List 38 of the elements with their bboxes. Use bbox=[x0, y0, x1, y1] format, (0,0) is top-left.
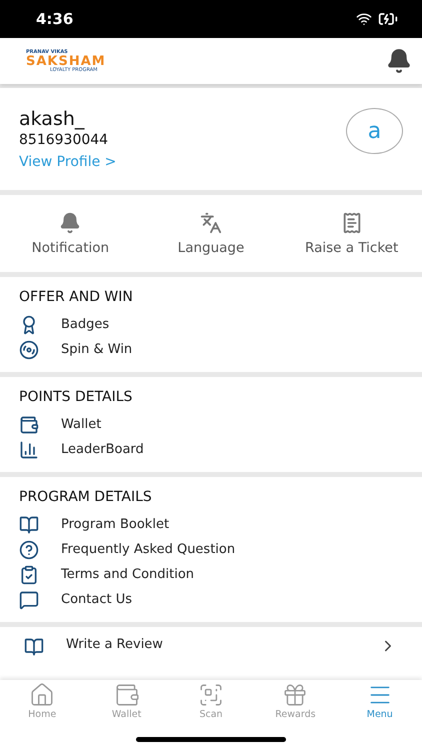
wallet-icon bbox=[114, 682, 140, 708]
question-icon bbox=[19, 540, 39, 560]
section-title: OFFER AND WIN bbox=[19, 289, 134, 305]
review-label: Write a Review bbox=[66, 637, 164, 652]
notification-icon[interactable] bbox=[386, 48, 412, 74]
book-icon bbox=[24, 637, 44, 657]
quick-action-button[interactable]: Language bbox=[140, 212, 282, 256]
wifi-icon bbox=[356, 11, 372, 27]
leaderboard-icon bbox=[19, 440, 39, 460]
gift-icon bbox=[282, 682, 308, 708]
list-item[interactable]: Wallet bbox=[19, 412, 403, 437]
review-row[interactable]: Write a Review bbox=[0, 627, 422, 680]
language-icon bbox=[200, 212, 222, 234]
user-name: akash_ bbox=[19, 108, 86, 130]
spin-wheel-icon bbox=[19, 340, 39, 360]
list-item[interactable]: Program Booklet bbox=[19, 512, 403, 537]
home-icon bbox=[29, 682, 56, 708]
wallet-icon bbox=[19, 414, 39, 434]
chat-icon bbox=[19, 590, 39, 610]
book-icon bbox=[19, 514, 39, 534]
logo-name: SAKSHAM bbox=[26, 54, 106, 68]
quick-action-button[interactable]: Notification bbox=[0, 212, 141, 256]
bell-icon bbox=[59, 212, 82, 234]
phone-number: 8516930044 bbox=[19, 132, 110, 148]
list-item[interactable]: Spin & Win bbox=[19, 337, 403, 362]
list-item[interactable]: Contact Us bbox=[19, 587, 403, 612]
list-item[interactable]: Terms and Condition bbox=[19, 562, 403, 587]
tab-bar-item[interactable]: Menu bbox=[338, 680, 422, 750]
list-item[interactable]: Frequently Asked Question bbox=[19, 537, 403, 562]
quick-action-button[interactable]: Raise a Ticket bbox=[281, 212, 422, 256]
section-title: PROGRAM DETAILS bbox=[19, 489, 153, 505]
list-item[interactable]: Badges bbox=[19, 312, 403, 337]
ticket-icon bbox=[340, 212, 363, 234]
clipboard-icon bbox=[19, 564, 39, 584]
status-time: 4:36 bbox=[36, 10, 74, 28]
section-title: POINTS DETAILS bbox=[19, 389, 134, 405]
qr-scan-icon bbox=[198, 682, 224, 708]
list-item[interactable]: LeaderBoard bbox=[19, 437, 403, 462]
